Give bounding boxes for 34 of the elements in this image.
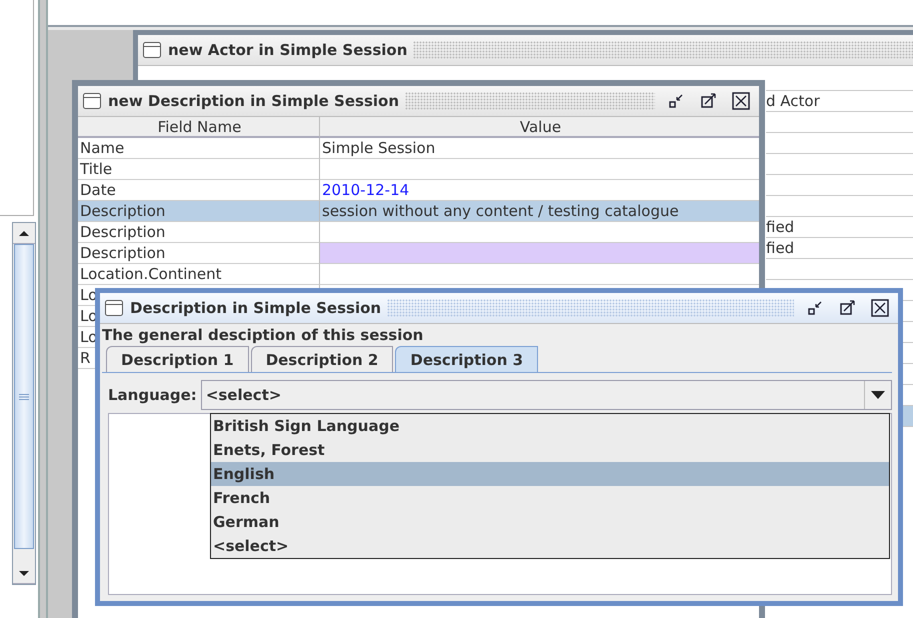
language-label: Language: — [108, 386, 197, 404]
column-header[interactable]: Value — [320, 117, 759, 138]
close-icon[interactable] — [870, 299, 890, 317]
table-cell: Description — [78, 201, 320, 222]
table-cell: Simple Session — [320, 138, 759, 159]
tab[interactable]: Description 1 — [106, 346, 249, 372]
dropdown-option[interactable]: French — [211, 486, 889, 510]
window-icon — [82, 91, 102, 111]
dropdown-option[interactable]: English — [211, 462, 889, 486]
dropdown-option[interactable]: <select> — [211, 534, 889, 558]
table-cell: Name — [78, 138, 320, 159]
dropdown-option[interactable]: Enets, Forest — [211, 438, 889, 462]
dropdown-option[interactable]: British Sign Language — [211, 414, 889, 438]
window-icon — [142, 40, 162, 60]
table-cell: Location.Continent — [78, 264, 320, 285]
dropdown-option[interactable]: German — [211, 510, 889, 534]
window-title: new Description in Simple Session — [108, 92, 400, 110]
table-cell: d Actor — [766, 92, 820, 110]
grip-icon[interactable] — [19, 394, 29, 400]
window-title: new Actor in Simple Session — [168, 41, 408, 59]
caret-icon — [871, 391, 885, 399]
tab[interactable]: Description 2 — [250, 346, 394, 372]
table-cell: Description — [78, 222, 320, 243]
table-cell: fied — [766, 239, 794, 257]
table-cell: Title — [78, 159, 320, 180]
language-dropdown[interactable]: <select> — [200, 380, 892, 410]
close-icon[interactable] — [731, 92, 751, 110]
table-cell: session without any content / testing catalogue — [320, 201, 759, 222]
table-cell: fied — [766, 218, 794, 236]
column-header[interactable]: Field Name — [78, 117, 320, 138]
tab[interactable]: Description 3 — [395, 346, 538, 372]
vertical-scrollbar[interactable] — [12, 222, 36, 585]
table-cell: Description — [78, 243, 320, 264]
window-icon — [104, 298, 124, 318]
